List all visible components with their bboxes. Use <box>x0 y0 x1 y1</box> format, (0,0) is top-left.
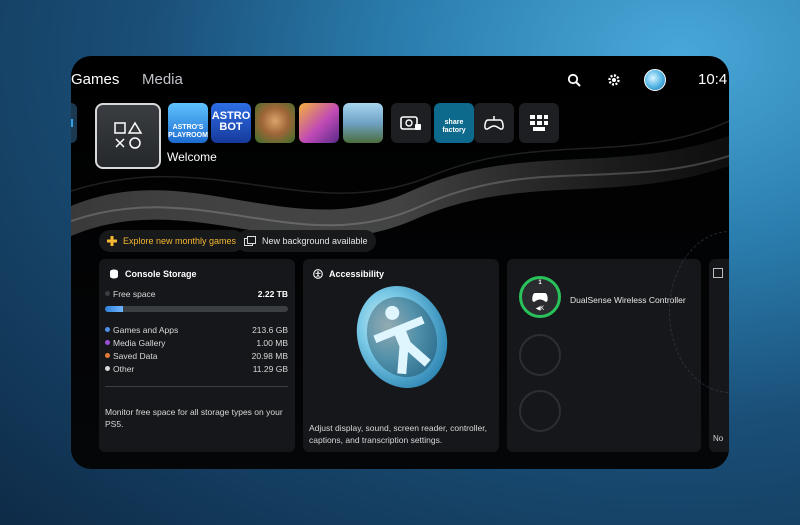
free-space-dot <box>105 291 110 296</box>
top-navigation: Games Media 10:4 <box>71 68 729 94</box>
astros-playroom-tile[interactable]: ASTRO'S PLAYROOM <box>168 103 208 143</box>
legend-dot <box>105 340 110 345</box>
card-title: Console Storage <box>109 269 197 279</box>
legend-value: 213.6 GB <box>252 325 288 335</box>
accessibility-emblem-icon <box>356 286 448 388</box>
accessibility-description: Adjust display, sound, screen reader, co… <box>309 423 487 445</box>
legend-row: Other 11.29 GB <box>105 364 288 377</box>
tile-title: share factory <box>442 119 466 134</box>
free-space-value: 2.22 TB <box>257 289 288 299</box>
divider <box>105 386 288 387</box>
tile-title: ASTRO BOT <box>211 110 251 133</box>
legend-dot <box>105 366 110 371</box>
legend-value: 1.00 MB <box>256 338 288 348</box>
storage-bar-fill <box>105 306 124 312</box>
new-background-pill[interactable]: New background available <box>236 230 376 252</box>
legend-label: Games and Apps <box>113 325 179 335</box>
share-screen-tile[interactable] <box>391 103 431 143</box>
sackboy-tile[interactable] <box>255 103 295 143</box>
clock: 10:4 <box>698 71 728 88</box>
legend-label: Media Gallery <box>113 338 166 348</box>
gamepad-icon <box>532 293 548 302</box>
astro-bot-tile[interactable]: ASTRO BOT <box>211 103 251 143</box>
welcome-hub-tile[interactable] <box>95 103 161 169</box>
pill-label: Explore new monthly games <box>123 236 237 246</box>
storage-icon <box>109 269 119 279</box>
tab-media[interactable]: Media <box>142 71 183 88</box>
next-card[interactable]: No <box>709 259 729 452</box>
pill-label: New background available <box>262 236 368 246</box>
next-card-text: No <box>713 434 724 443</box>
legend-label: Other <box>113 364 135 374</box>
camera-icon <box>400 116 421 130</box>
ratchet-and-clank-tile[interactable] <box>299 103 339 143</box>
controller-icon <box>484 116 504 130</box>
free-space-label: Free space <box>113 289 156 299</box>
explore-games-pill[interactable]: Explore new monthly games <box>99 230 245 252</box>
remote-play-tile[interactable] <box>474 103 514 143</box>
controller-number: 1 <box>538 280 542 286</box>
image-icon <box>244 236 256 246</box>
horizon-tile[interactable] <box>343 103 383 143</box>
storage-note: Monitor free space for all storage types… <box>105 407 283 429</box>
ps5-home-screen: Games Media 10:4 Welcome ASTRO'S PLAYROO… <box>71 56 729 469</box>
legend-row: Media Gallery 1.00 MB <box>105 338 288 351</box>
controller-battery: ◀K <box>535 306 545 312</box>
playstation-shapes-icon <box>114 121 143 149</box>
accessibility-icon <box>313 269 323 279</box>
controllers-card[interactable]: 1 ◀K DualSense Wireless Controller <box>507 259 701 452</box>
legend-row: Games and Apps 213.6 GB <box>105 325 288 338</box>
controller-slot-active[interactable]: 1 ◀K <box>519 276 561 318</box>
controller-name: DualSense Wireless Controller <box>570 295 686 305</box>
avatar[interactable] <box>644 69 666 91</box>
legend-value: 11.29 GB <box>252 364 288 374</box>
tile-title: ASTRO'S PLAYROOM <box>168 124 208 139</box>
accessibility-card[interactable]: Accessibility Adjust display, sound, scr… <box>303 259 499 452</box>
legend-value: 20.98 MB <box>251 351 288 361</box>
card-title-text: Accessibility <box>329 269 385 279</box>
game-library-tile[interactable] <box>519 103 559 143</box>
legend-label: Saved Data <box>113 351 158 361</box>
legend-dot <box>105 353 110 358</box>
storage-bar <box>105 306 288 312</box>
tab-games[interactable]: Games <box>71 71 119 88</box>
previous-tile[interactable] <box>71 103 77 143</box>
sharefactory-tile[interactable]: share factory <box>434 103 474 143</box>
grid-icon <box>530 115 548 131</box>
card-title: Accessibility <box>313 269 384 279</box>
legend-dot <box>105 327 110 332</box>
controller-slot-empty[interactable] <box>519 334 561 376</box>
welcome-label: Welcome <box>167 150 217 164</box>
console-storage-card[interactable]: Console Storage Free space 2.22 TB Games… <box>99 259 295 452</box>
plus-icon <box>107 236 117 246</box>
search-icon[interactable] <box>565 71 583 89</box>
legend-row: Saved Data 20.98 MB <box>105 351 288 364</box>
card-title-text: Console Storage <box>125 269 197 279</box>
gear-icon[interactable] <box>605 71 623 89</box>
controller-slot-empty[interactable] <box>519 390 561 432</box>
storage-legend: Games and Apps 213.6 GB Media Gallery 1.… <box>105 325 288 377</box>
screen-icon <box>713 268 723 278</box>
